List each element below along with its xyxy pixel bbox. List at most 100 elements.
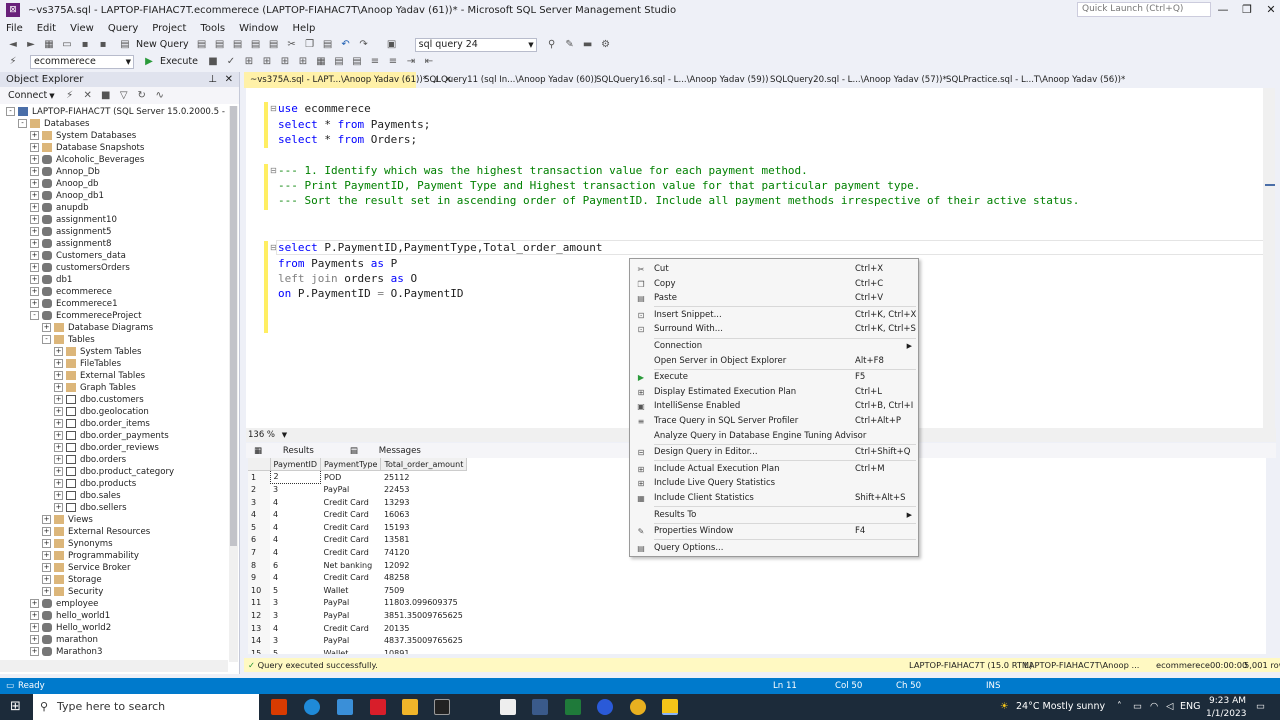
table-cell[interactable]: 25112 xyxy=(381,471,467,484)
expand-icon[interactable]: + xyxy=(54,491,63,500)
table-cell[interactable]: 4 xyxy=(270,496,321,509)
table-cell[interactable]: 22453 xyxy=(381,483,467,496)
tree-node[interactable]: + Synonyms xyxy=(0,538,228,550)
menu-item-trace-query-in-sql-server-profiler[interactable]: ≡ Trace Query in SQL Server Profiler Ctrl+… xyxy=(630,414,918,429)
menu-item-execute[interactable]: ▶ Execute F5 xyxy=(630,370,918,385)
tree-node[interactable]: + dbo.product_category xyxy=(0,466,228,478)
tree-node[interactable]: - Tables xyxy=(0,334,228,346)
column-header[interactable]: Total_order_amount xyxy=(380,458,468,472)
menu-project[interactable]: Project xyxy=(152,23,186,34)
chevron-down-icon[interactable]: ▼ xyxy=(49,92,54,100)
menu-tools[interactable]: Tools xyxy=(200,23,225,34)
tree-node[interactable]: + Marathon3 xyxy=(0,646,228,658)
row-number[interactable]: 13 xyxy=(248,621,270,635)
table-row[interactable]: 13 4 Credit Card 20135 xyxy=(248,621,467,635)
table-row[interactable]: 7 4 Credit Card 74120 xyxy=(248,546,467,559)
comment-icon[interactable]: ≡ xyxy=(368,56,382,68)
table-row[interactable]: 8 6 Net banking 12092 xyxy=(248,558,467,572)
plan-icon[interactable]: ⊞ xyxy=(296,56,310,68)
expand-icon[interactable]: + xyxy=(30,131,39,140)
menu-item-connection[interactable]: Connection ▶ xyxy=(630,339,918,354)
expand-icon[interactable]: + xyxy=(30,203,39,212)
expand-icon[interactable]: + xyxy=(42,587,51,596)
save-icon[interactable]: ▪ xyxy=(78,39,92,51)
object-explorer-scrollbar[interactable] xyxy=(229,106,238,662)
save-all-icon[interactable]: ▪ xyxy=(96,39,110,51)
table-cell[interactable]: 13293 xyxy=(381,496,467,509)
store-app-icon[interactable] xyxy=(337,699,353,715)
stop-icon[interactable]: ■ xyxy=(99,90,113,102)
table-cell[interactable]: 5 xyxy=(270,584,321,597)
tree-node[interactable]: + hello_world1 xyxy=(0,610,228,622)
expand-icon[interactable]: + xyxy=(54,479,63,488)
results-text-icon[interactable]: ▤ xyxy=(332,56,346,68)
table-cell[interactable]: 13581 xyxy=(381,534,467,547)
menu-item-analyze-query-in-database-engine-tuning-advisor[interactable]: Analyze Query in Database Engine Tuning … xyxy=(630,429,918,444)
row-number[interactable]: 12 xyxy=(248,609,270,622)
activity-icon[interactable]: ∿ xyxy=(153,90,167,102)
menu-view[interactable]: View xyxy=(70,23,94,34)
tree-node[interactable]: + employee xyxy=(0,598,228,610)
menu-item-properties-window[interactable]: ✎ Properties Window F4 xyxy=(630,524,918,539)
expand-icon[interactable]: + xyxy=(42,563,51,572)
table-cell[interactable]: Wallet xyxy=(321,647,381,654)
menu-query[interactable]: Query xyxy=(108,23,138,34)
table-cell[interactable]: 4 xyxy=(270,521,321,534)
expand-icon[interactable]: + xyxy=(42,539,51,548)
menu-item-cut[interactable]: ✂ Cut Ctrl+X xyxy=(630,262,918,277)
indent-icon[interactable]: ⇥ xyxy=(404,56,418,68)
tree-node[interactable]: + dbo.order_reviews xyxy=(0,442,228,454)
table-cell[interactable]: 10891 xyxy=(381,647,467,654)
collapse-icon[interactable]: - xyxy=(42,335,51,344)
expand-icon[interactable]: + xyxy=(42,575,51,584)
expand-icon[interactable]: + xyxy=(54,359,63,368)
table-cell[interactable]: 3851.35009765625 xyxy=(381,609,467,622)
table-cell[interactable]: 5 xyxy=(270,647,321,654)
table-cell[interactable]: 48258 xyxy=(381,571,467,584)
tree-node[interactable]: + Customers_data xyxy=(0,250,228,262)
plan-icon[interactable]: ⊞ xyxy=(278,56,292,68)
table-cell[interactable]: 3 xyxy=(270,597,321,610)
table-cell[interactable]: Credit Card xyxy=(321,508,381,521)
excel-app-icon[interactable] xyxy=(565,699,581,715)
expand-icon[interactable]: + xyxy=(30,287,39,296)
tree-node[interactable]: + Hello_world2 xyxy=(0,622,228,634)
expand-icon[interactable]: + xyxy=(54,431,63,440)
tree-node[interactable]: - LAPTOP-FIAHAC7T (SQL Server 15.0.2000.5… xyxy=(0,106,228,118)
settings-icon[interactable]: ⚙ xyxy=(599,39,613,51)
query-icon[interactable]: ▤ xyxy=(231,39,245,51)
table-cell[interactable]: 11803.099609375 xyxy=(381,597,467,610)
table-row[interactable]: 5 4 Credit Card 15193 xyxy=(248,520,467,534)
tree-node[interactable]: + dbo.orders xyxy=(0,454,228,466)
back-icon[interactable]: ◄ xyxy=(6,39,20,51)
expand-icon[interactable]: + xyxy=(30,623,39,632)
menu-item-include-live-query-statistics[interactable]: ⊞ Include Live Query Statistics xyxy=(630,476,918,491)
tree-node[interactable]: + Storage xyxy=(0,574,228,586)
menu-item-query-options[interactable]: ▤ Query Options... xyxy=(630,541,918,556)
menu-item-intellisense-enabled[interactable]: ▣ IntelliSense Enabled Ctrl+B, Ctrl+I xyxy=(630,399,918,414)
menu-edit[interactable]: Edit xyxy=(37,23,56,34)
tree-node[interactable]: + Database Snapshots xyxy=(0,142,228,154)
expand-icon[interactable]: + xyxy=(30,155,39,164)
tab-vs375a[interactable]: ~vs375A.sql - LAPT...\Anoop Yadav (61))*… xyxy=(244,72,452,88)
expand-icon[interactable]: + xyxy=(54,395,63,404)
find-icon[interactable]: ⚲ xyxy=(545,39,559,51)
tree-node[interactable]: + Anoop_db xyxy=(0,178,228,190)
expand-icon[interactable]: + xyxy=(30,143,39,152)
wrench-icon[interactable]: ✎ xyxy=(563,39,577,51)
tree-node[interactable]: + Annop_Db xyxy=(0,166,228,178)
tree-node[interactable]: + assignment5 xyxy=(0,226,228,238)
pin-icon[interactable]: ⊥ xyxy=(208,72,217,87)
table-cell[interactable]: 74120 xyxy=(381,546,467,559)
column-header[interactable]: PaymentID xyxy=(270,458,322,472)
table-cell[interactable]: Credit Card xyxy=(321,622,381,635)
table-cell[interactable]: 12092 xyxy=(381,559,467,572)
table-cell[interactable]: 7509 xyxy=(381,584,467,597)
expand-icon[interactable]: + xyxy=(54,371,63,380)
tree-node[interactable]: + System Databases xyxy=(0,130,228,142)
table-cell[interactable]: 3 xyxy=(270,483,321,496)
table-cell[interactable]: POD xyxy=(321,471,381,484)
tree-node[interactable]: + dbo.order_items xyxy=(0,418,228,430)
parse-icon[interactable]: ✓ xyxy=(224,56,238,68)
tree-node[interactable]: - EcommereceProject xyxy=(0,310,228,322)
